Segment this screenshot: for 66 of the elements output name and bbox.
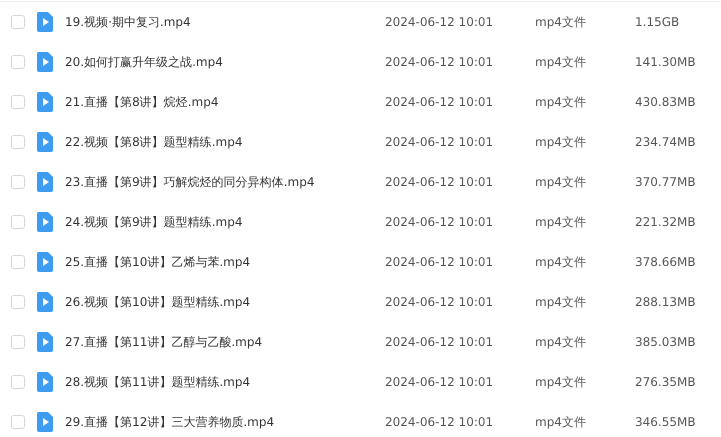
video-file-icon — [37, 372, 53, 392]
modified-date: 2024-06-12 10:01 — [385, 415, 494, 429]
checkbox[interactable] — [11, 55, 25, 69]
checkbox[interactable] — [11, 335, 25, 349]
file-type: mp4文件 — [535, 134, 587, 150]
file-size: 234.74MB — [635, 135, 696, 149]
file-type: mp4文件 — [535, 414, 587, 430]
video-file-icon — [37, 12, 53, 32]
checkbox[interactable] — [11, 255, 25, 269]
checkbox[interactable] — [11, 375, 25, 389]
modified-date: 2024-06-12 10:01 — [385, 375, 494, 389]
file-type: mp4文件 — [535, 294, 587, 310]
checkbox[interactable] — [11, 175, 25, 189]
file-type: mp4文件 — [535, 14, 587, 30]
checkbox[interactable] — [11, 295, 25, 309]
modified-date: 2024-06-12 10:01 — [385, 15, 494, 29]
video-file-icon — [37, 132, 53, 152]
modified-date: 2024-06-12 10:01 — [385, 335, 494, 349]
file-type: mp4文件 — [535, 54, 587, 70]
video-file-icon — [37, 172, 53, 192]
checkbox[interactable] — [11, 95, 25, 109]
file-type: mp4文件 — [535, 374, 587, 390]
modified-date: 2024-06-12 10:01 — [385, 95, 494, 109]
file-type: mp4文件 — [535, 214, 587, 230]
file-size: 141.30MB — [635, 55, 696, 69]
video-file-icon — [37, 252, 53, 272]
file-type: mp4文件 — [535, 334, 587, 350]
file-name[interactable]: 22.视频【第8讲】题型精练.mp4 — [65, 134, 385, 150]
video-file-icon — [37, 212, 53, 232]
modified-date: 2024-06-12 10:01 — [385, 215, 494, 229]
file-name[interactable]: 24.视频【第9讲】题型精练.mp4 — [65, 214, 385, 230]
video-file-icon — [37, 332, 53, 352]
modified-date: 2024-06-12 10:01 — [385, 175, 494, 189]
video-file-icon — [37, 92, 53, 112]
modified-date: 2024-06-12 10:01 — [385, 255, 494, 269]
file-type: mp4文件 — [535, 254, 587, 270]
file-name[interactable]: 29.直播【第12讲】三大营养物质.mp4 — [65, 414, 385, 430]
file-name[interactable]: 27.直播【第11讲】乙醇与乙酸.mp4 — [65, 334, 385, 350]
file-type: mp4文件 — [535, 94, 587, 110]
video-file-icon — [37, 412, 53, 432]
file-size: 370.77MB — [635, 175, 696, 189]
file-size: 276.35MB — [635, 375, 696, 389]
file-name[interactable]: 25.直播【第10讲】乙烯与苯.mp4 — [65, 254, 385, 270]
file-size: 288.13MB — [635, 295, 696, 309]
video-file-icon — [37, 52, 53, 72]
file-size: 385.03MB — [635, 335, 696, 349]
file-name[interactable]: 23.直播【第9讲】巧解烷烃的同分异构体.mp4 — [65, 174, 385, 190]
file-name[interactable]: 26.视频【第10讲】题型精练.mp4 — [65, 294, 385, 310]
file-name[interactable]: 19.视频·期中复习.mp4 — [65, 14, 385, 30]
file-size: 430.83MB — [635, 95, 696, 109]
file-name[interactable]: 21.直播【第8讲】烷烃.mp4 — [65, 94, 385, 110]
modified-date: 2024-06-12 10:01 — [385, 55, 494, 69]
checkbox[interactable] — [11, 15, 25, 29]
video-file-icon — [37, 292, 53, 312]
file-size: 221.32MB — [635, 215, 696, 229]
checkbox[interactable] — [11, 135, 25, 149]
file-type: mp4文件 — [535, 174, 587, 190]
file-size: 378.66MB — [635, 255, 696, 269]
file-size: 346.55MB — [635, 415, 696, 429]
file-name[interactable]: 20.如何打赢升年级之战.mp4 — [65, 54, 385, 70]
file-name[interactable]: 28.视频【第11讲】题型精练.mp4 — [65, 374, 385, 390]
file-size: 1.15GB — [635, 15, 680, 29]
modified-date: 2024-06-12 10:01 — [385, 135, 494, 149]
checkbox[interactable] — [11, 215, 25, 229]
modified-date: 2024-06-12 10:01 — [385, 295, 494, 309]
checkbox[interactable] — [11, 415, 25, 429]
